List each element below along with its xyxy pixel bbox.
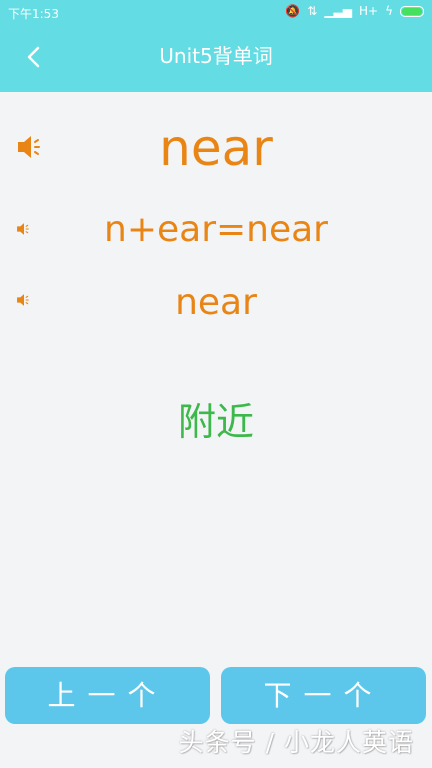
status-bar: 下午1:53 🔕 ⇅ ▁▃▅ H+ ϟ [0, 0, 432, 26]
mute-icon: 🔕 [285, 4, 301, 18]
top-bar: 下午1:53 🔕 ⇅ ▁▃▅ H+ ϟ Unit5背单词 [0, 0, 432, 92]
watermark: 头条号 / 小龙人英语 [178, 728, 414, 757]
word-meaning: 附近 [177, 400, 254, 444]
battery-fill [402, 7, 422, 15]
battery-icon [400, 5, 424, 17]
network-type-icon: H+ [359, 4, 379, 18]
navbar: Unit5背单词 [0, 26, 432, 92]
phonics-split: n+ear=near [104, 209, 328, 250]
signal-icon: ▁▃▅ [324, 4, 352, 18]
word-main: near [159, 119, 273, 177]
next-button[interactable]: 下一个 [221, 667, 426, 724]
prev-button[interactable]: 上一个 [5, 667, 210, 724]
charging-icon: ϟ [385, 4, 393, 18]
word-repeat: near [175, 282, 257, 323]
status-time: 下午1:53 [8, 7, 59, 21]
data-transfer-icon: ⇅ [307, 4, 318, 18]
page-title: Unit5背单词 [159, 44, 273, 68]
status-icons: 🔕 ⇅ ▁▃▅ H+ ϟ [285, 4, 424, 18]
